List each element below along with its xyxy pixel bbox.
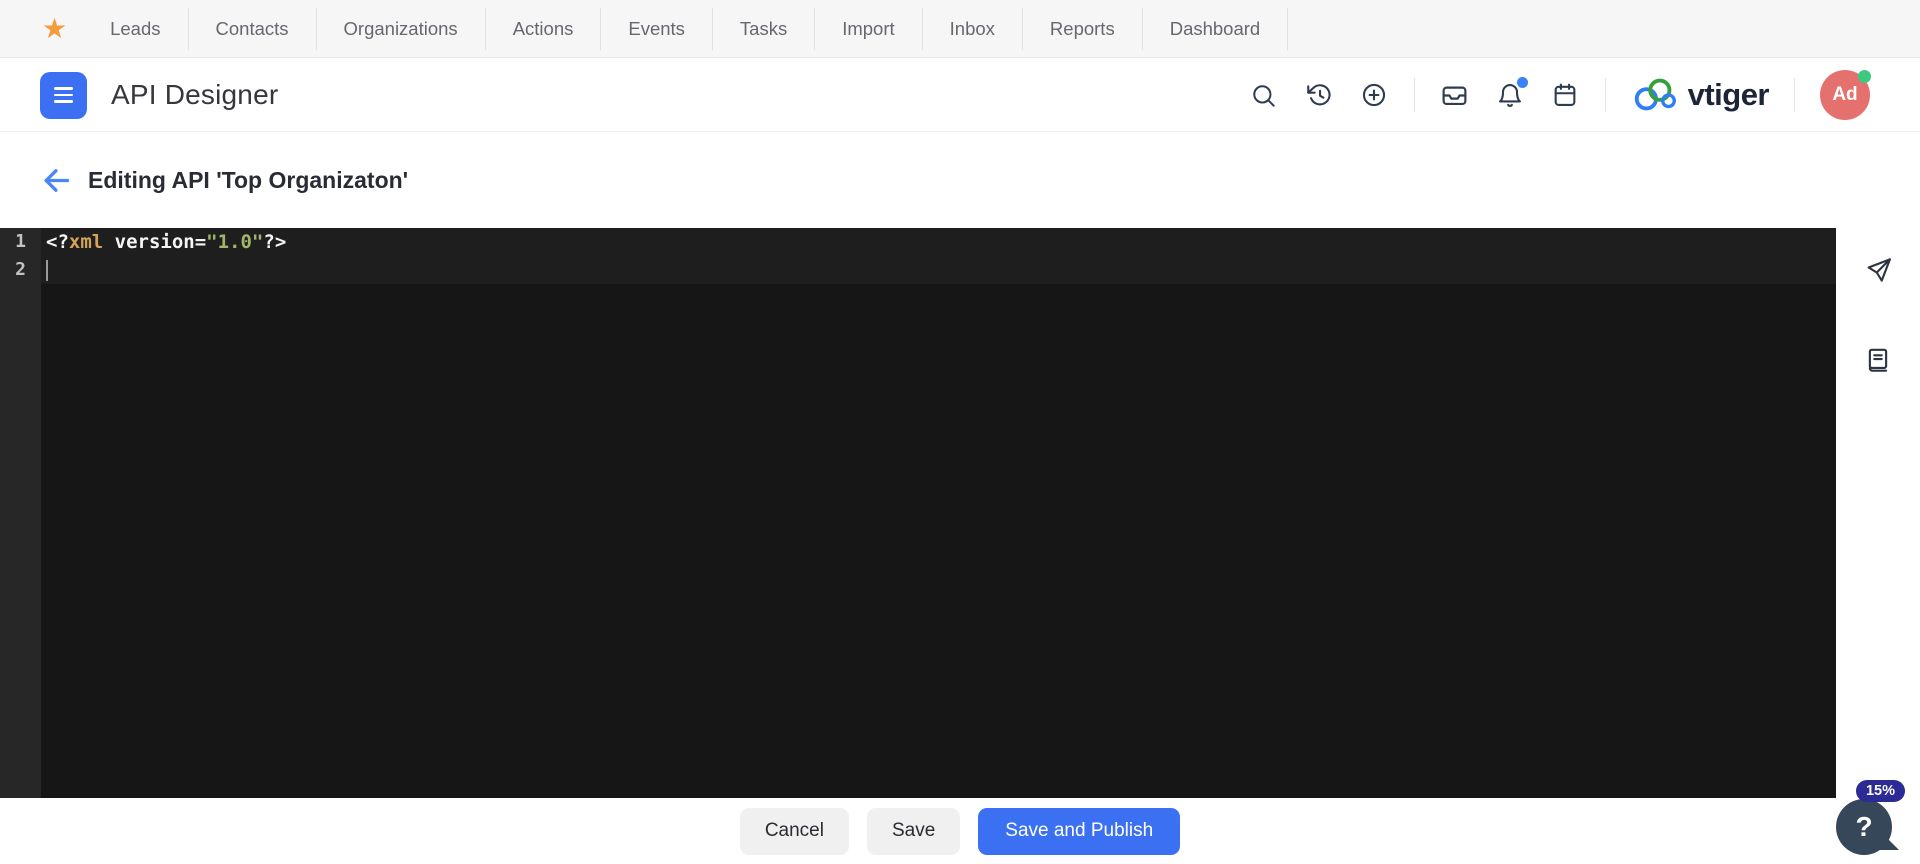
nav-item-events[interactable]: Events (601, 18, 712, 40)
save-and-publish-button[interactable]: Save and Publish (978, 807, 1181, 855)
app-header: API Designer vtiger Ad (0, 59, 1920, 132)
code-token: <? (46, 231, 69, 253)
user-avatar[interactable]: Ad (1820, 70, 1871, 120)
text-cursor (46, 260, 48, 281)
editor-gutter: 1 2 (0, 228, 41, 798)
nav-item-organizations[interactable]: Organizations (317, 18, 485, 40)
favorites-star-icon[interactable]: ★ (42, 14, 67, 43)
help-widget: 15% ? (1823, 780, 1905, 858)
divider (1413, 78, 1415, 112)
search-icon[interactable] (1249, 80, 1279, 110)
app-title: API Designer (111, 79, 279, 110)
vtiger-logo-mark (1634, 78, 1676, 111)
nav-item-contacts[interactable]: Contacts (189, 18, 316, 40)
editor-code-area[interactable]: <?xml version="1.0"?> (41, 228, 1836, 284)
nav-item-tasks[interactable]: Tasks (713, 18, 814, 40)
footer-actions: Cancel Save Save and Publish (0, 798, 1920, 864)
save-button[interactable]: Save (866, 807, 961, 855)
notifications-bell-icon[interactable] (1495, 77, 1528, 110)
send-test-icon[interactable] (1863, 255, 1893, 285)
nav-item-reports[interactable]: Reports (1023, 18, 1142, 40)
avatar-initials: Ad (1832, 84, 1858, 105)
add-icon[interactable] (1359, 80, 1389, 110)
right-rail (1836, 228, 1920, 798)
code-token: xml (68, 231, 104, 253)
notification-dot (1516, 77, 1528, 88)
nav-item-dashboard[interactable]: Dashboard (1143, 18, 1288, 40)
vtiger-wordmark: vtiger (1687, 77, 1770, 112)
back-arrow-icon[interactable] (40, 164, 72, 196)
cancel-button[interactable]: Cancel (739, 807, 849, 855)
page-heading-row: Editing API 'Top Organizaton' (0, 132, 1920, 228)
nav-item-leads[interactable]: Leads (83, 18, 187, 40)
nav-item-actions[interactable]: Actions (486, 18, 601, 40)
history-icon[interactable] (1304, 80, 1334, 110)
nav-item-import[interactable]: Import (815, 18, 921, 40)
vtiger-logo: vtiger (1631, 76, 1770, 114)
divider (1794, 78, 1795, 112)
divider (1604, 78, 1606, 112)
inbox-tray-icon[interactable] (1440, 80, 1470, 110)
line-number: 2 (15, 259, 26, 280)
page-title: Editing API 'Top Organizaton' (88, 166, 409, 193)
line-number: 1 (15, 231, 26, 252)
code-line-2[interactable] (41, 256, 1836, 284)
code-line-1[interactable]: <?xml version="1.0"?> (41, 228, 1836, 256)
top-nav: ★ Leads Contacts Organizations Actions E… (0, 0, 1920, 58)
header-actions: vtiger Ad (1249, 70, 1871, 120)
code-token: version= (103, 231, 207, 253)
help-button[interactable]: ? (1836, 799, 1892, 855)
divider (1287, 7, 1289, 50)
hamburger-menu-button[interactable] (40, 71, 87, 119)
calendar-icon[interactable] (1550, 80, 1580, 110)
code-editor[interactable]: 1 2 <?xml version="1.0"?> (0, 228, 1836, 798)
code-token: ?> (263, 231, 287, 253)
nav-item-inbox[interactable]: Inbox (923, 18, 1022, 40)
code-token: "1.0" (206, 231, 264, 253)
help-progress-badge: 15% (1855, 780, 1905, 802)
presence-dot (1858, 70, 1871, 83)
screen: ★ Leads Contacts Organizations Actions E… (0, 0, 1920, 864)
nav-items: Leads Contacts Organizations Actions Eve… (83, 0, 1289, 57)
documentation-book-icon[interactable] (1863, 345, 1893, 375)
